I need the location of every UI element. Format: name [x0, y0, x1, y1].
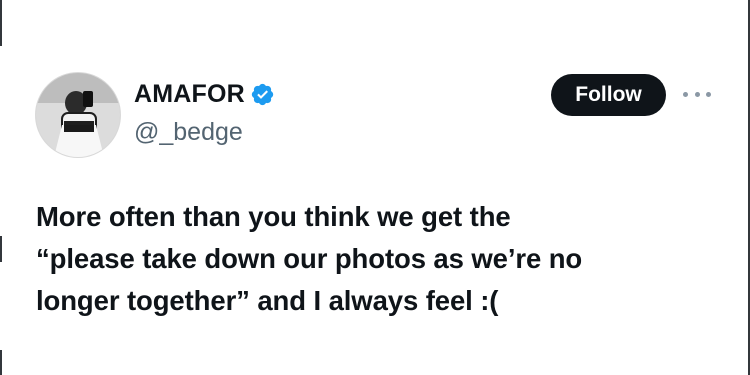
avatar-photo-icon: [36, 73, 120, 157]
tweet-line: “please take down our photos as we’re no: [36, 243, 583, 274]
more-dot: [683, 91, 688, 97]
avatar[interactable]: [35, 72, 121, 158]
tweet-line: More often than you think we get the: [36, 201, 511, 232]
left-edge-border: [0, 0, 2, 375]
more-dot: [706, 91, 711, 97]
more-horizontal-icon[interactable]: [683, 89, 711, 99]
follow-button[interactable]: Follow: [551, 74, 666, 116]
user-handle[interactable]: @_bedge: [134, 117, 243, 147]
more-dot: [694, 91, 700, 97]
name-row: AMAFOR: [134, 79, 275, 109]
tweet-text: More often than you think we get the “pl…: [36, 196, 726, 322]
tweet-line: longer together” and I always feel :(: [36, 285, 499, 316]
display-name[interactable]: AMAFOR: [134, 79, 245, 109]
verified-badge-icon: [250, 82, 275, 107]
